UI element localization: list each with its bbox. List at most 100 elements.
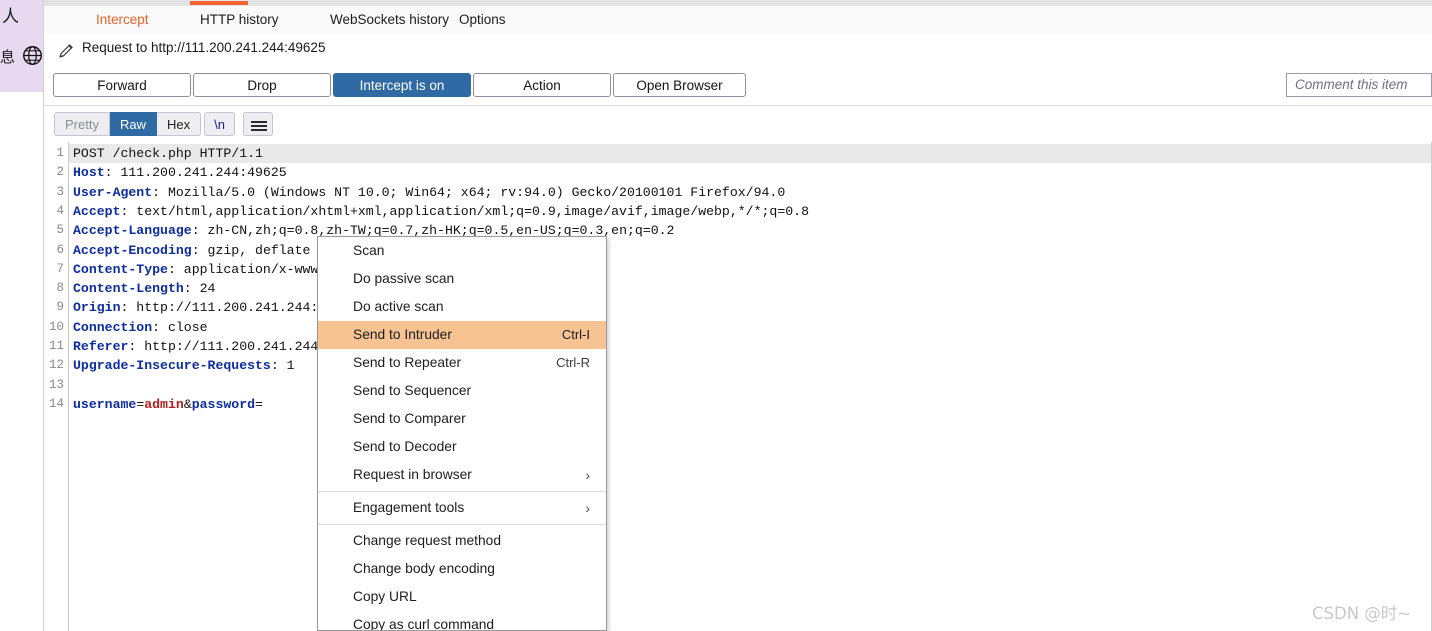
context-menu-item-label: Engagement tools — [353, 500, 465, 515]
line-number: 4 — [56, 203, 64, 218]
intercept-toggle-button[interactable]: Intercept is on — [333, 73, 471, 97]
header-name: password — [191, 396, 256, 412]
request-title-row: Request to http://111.200.241.244:49625 — [44, 34, 1432, 67]
code-line[interactable]: Host: 111.200.241.244:49625 — [73, 165, 287, 180]
line-number: 5 — [56, 223, 64, 238]
line-number: 9 — [56, 300, 64, 315]
line-number-gutter: 1 2 3 4 5 6 7 8 9 10 11 12 13 14 — [44, 142, 68, 631]
context-menu-item[interactable]: Send to Decoder — [318, 433, 606, 461]
context-menu-item-label: Send to Repeater — [353, 355, 462, 370]
tab-http-history[interactable]: HTTP history — [200, 6, 279, 34]
context-menu-item[interactable]: Copy as curl command — [318, 611, 606, 630]
code-line[interactable]: Upgrade-Insecure-Requests: 1 — [73, 358, 295, 373]
context-menu-item-label: Change body encoding — [353, 561, 495, 576]
code-line[interactable]: Origin: http://111.200.241.244:49625 — [73, 300, 358, 315]
code-text: & — [183, 396, 192, 412]
code-text: : text/html,application/xhtml+xml,applic… — [120, 203, 809, 219]
context-menu-item[interactable]: Scan — [318, 237, 606, 265]
context-menu-item[interactable]: Request in browser › — [318, 461, 606, 489]
left-purple-panel-fragment: 人 息 — [0, 0, 44, 92]
submenu-chevron-right-icon: › — [585, 467, 590, 483]
view-mode-segmented-control: Pretty Raw Hex — [54, 112, 202, 136]
code-line[interactable]: Accept: text/html,application/xhtml+xml,… — [73, 204, 809, 219]
left-panel-lower-blank — [0, 92, 44, 631]
line-number: 10 — [48, 319, 64, 334]
context-menu-item[interactable]: Do passive scan — [318, 265, 606, 293]
context-menu-item-label: Request in browser — [353, 467, 472, 482]
code-text: : gzip, deflate — [191, 242, 311, 258]
context-menu-item-label: Send to Intruder — [353, 327, 452, 342]
context-menu-separator — [318, 491, 606, 492]
show-newlines-button[interactable]: \n — [204, 112, 235, 136]
context-menu-item-label: Scan — [353, 243, 385, 258]
header-name: Referer — [73, 339, 129, 354]
burp-suite-proxy-panel: Intercept HTTP history WebSockets histor… — [44, 0, 1432, 631]
line-number: 6 — [56, 242, 64, 257]
header-name: Accept — [73, 203, 121, 219]
param-value: admin — [144, 396, 184, 412]
hamburger-menu-icon[interactable] — [243, 112, 273, 136]
header-name: Accept-Language — [73, 223, 192, 239]
globe-icon[interactable] — [22, 45, 43, 66]
request-editor[interactable]: 1 2 3 4 5 6 7 8 9 10 11 12 13 14 POST /check.php HTTP… — [44, 142, 1432, 631]
code-text: : 111.200.241.244:49625 — [104, 165, 287, 181]
context-menu-item[interactable]: Engagement tools › — [318, 494, 606, 522]
header-name: Upgrade-Insecure-Requests — [73, 358, 271, 374]
selected-line-highlight — [69, 144, 1432, 163]
context-menu-item-label: Do passive scan — [353, 271, 455, 286]
context-menu-item-label: Send to Comparer — [353, 411, 466, 426]
line-number: 7 — [56, 261, 64, 276]
line-number: 1 — [56, 146, 64, 160]
context-menu-item[interactable]: Send to Sequencer — [318, 377, 606, 405]
context-menu-item[interactable]: Change request method — [318, 527, 606, 555]
code-line[interactable]: Connection: close — [73, 320, 208, 335]
code-line[interactable]: Accept-Encoding: gzip, deflate — [73, 243, 310, 258]
context-menu-item-label: Send to Sequencer — [353, 383, 472, 398]
pencil-icon — [59, 44, 73, 58]
context-menu-item[interactable]: Copy URL — [318, 583, 606, 611]
context-menu-item[interactable]: Send to Comparer — [318, 405, 606, 433]
context-menu-item-label: Do active scan — [353, 299, 444, 314]
comment-item-input[interactable]: Comment this item — [1286, 73, 1432, 97]
tab-options[interactable]: Options — [459, 6, 506, 34]
forward-button[interactable]: Forward — [53, 73, 191, 97]
view-mode-pretty[interactable]: Pretty — [54, 112, 110, 136]
context-menu-item[interactable]: Do active scan — [318, 293, 606, 321]
view-mode-raw[interactable]: Raw — [109, 112, 157, 136]
context-menu-separator — [318, 524, 606, 525]
context-menu-item[interactable]: Send to Repeater Ctrl-R — [318, 349, 606, 377]
line-number: 2 — [56, 165, 64, 180]
context-menu-shortcut: Ctrl-I — [561, 327, 590, 342]
gutter-divider — [68, 142, 69, 631]
tab-websockets-history[interactable]: WebSockets history — [330, 6, 449, 34]
code-text: : 1 — [270, 358, 295, 374]
open-browser-button[interactable]: Open Browser — [613, 73, 746, 97]
tab-intercept[interactable]: Intercept — [96, 6, 149, 36]
code-line[interactable]: User-Agent: Mozilla/5.0 (Windows NT 10.0… — [73, 185, 785, 200]
header-name: User-Agent — [73, 184, 153, 200]
context-menu-item[interactable]: Send to Intruder Ctrl-I — [318, 321, 606, 349]
context-menu-item-label: Change request method — [353, 533, 502, 548]
code-text: = — [255, 396, 263, 412]
request-context-menu[interactable]: Scan Do passive scan Do active scan Send to… — [317, 236, 607, 631]
request-target-label: Request to http://111.200.241.244:49625 — [82, 40, 326, 55]
context-menu-item[interactable]: Change body encoding — [318, 555, 606, 583]
code-line[interactable]: POST /check.php HTTP/1.1 — [73, 146, 263, 161]
context-menu-shortcut: Ctrl-R — [556, 355, 590, 370]
line-number: 13 — [48, 377, 64, 392]
code-text: : 24 — [183, 281, 216, 297]
header-name: Host — [73, 165, 105, 181]
code-line[interactable]: username=admin&password= — [73, 397, 263, 412]
header-name: Connection — [73, 319, 153, 335]
drop-button[interactable]: Drop — [193, 73, 331, 97]
csdn-watermark: CSDN @时~ — [1312, 604, 1412, 623]
header-name: Origin — [73, 300, 121, 316]
left-panel-glyph-top: 人 — [2, 7, 19, 27]
proxy-tab-bar: Intercept HTTP history WebSockets histor… — [44, 6, 1432, 36]
line-number: 3 — [56, 184, 64, 199]
top-strip-orange-marker — [190, 1, 248, 5]
view-mode-hex[interactable]: Hex — [156, 112, 202, 136]
code-line[interactable]: Content-Length: 24 — [73, 281, 215, 296]
line-number: 8 — [56, 281, 64, 296]
action-button[interactable]: Action — [473, 73, 611, 97]
